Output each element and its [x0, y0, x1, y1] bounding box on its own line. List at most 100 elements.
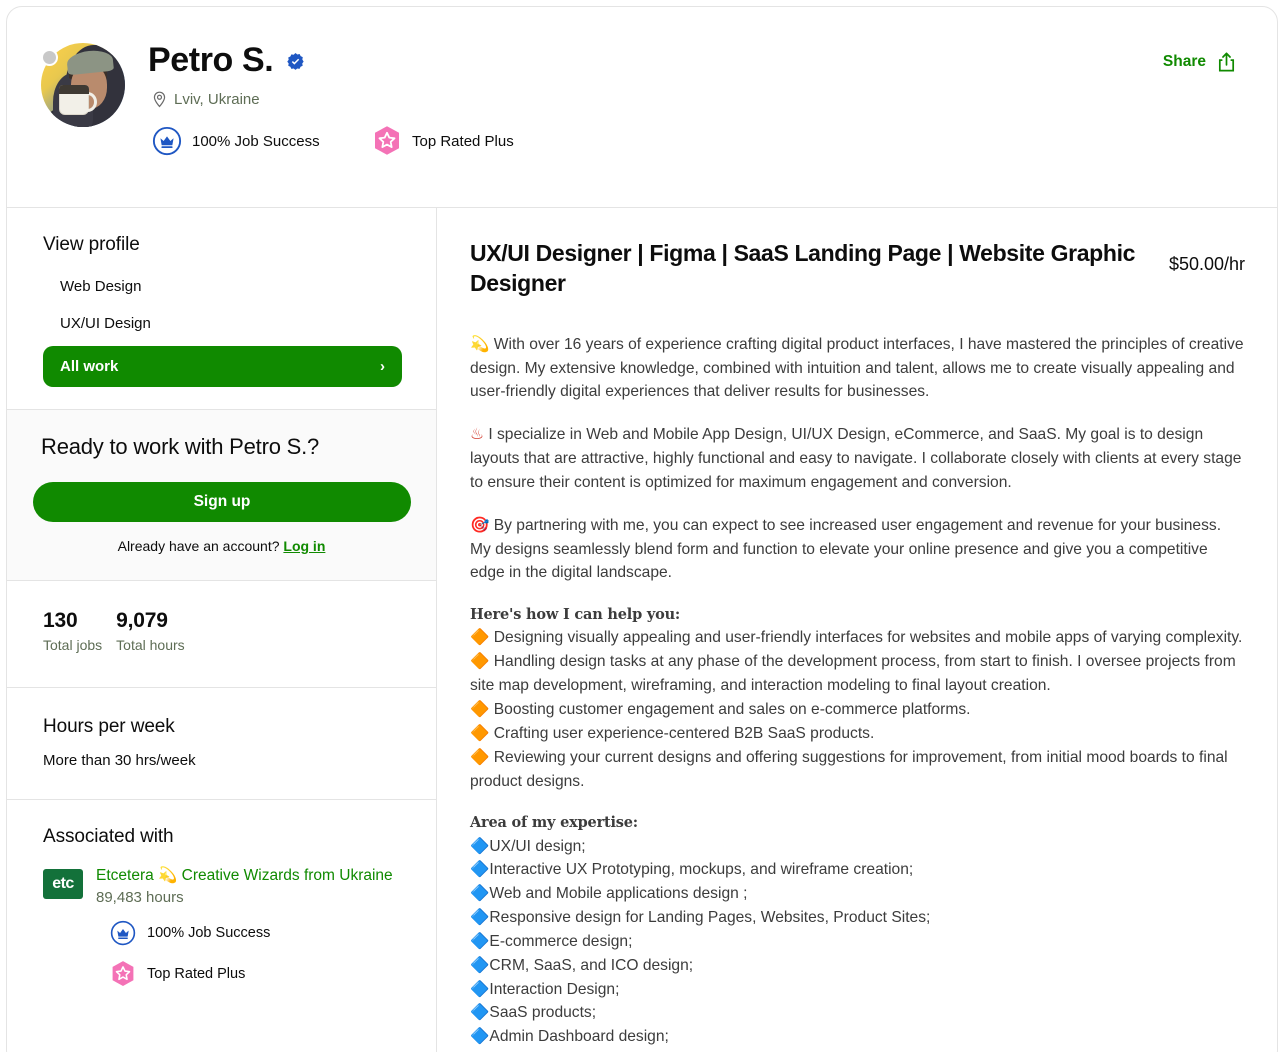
blue-diamond-bullet: 🔷	[470, 836, 490, 855]
blue-diamond-bullet: 🔷	[470, 955, 490, 974]
comet-emoji: 💫	[470, 334, 490, 353]
help-section-heading: Here's how I can help you:	[470, 606, 681, 624]
list-item-text: Crafting user experience-centered B2B Sa…	[493, 724, 875, 742]
list-item: 🔶 Designing visually appealing and user-…	[470, 626, 1245, 650]
job-success-crown-icon	[152, 127, 182, 156]
chevron-right-icon: ›	[380, 358, 385, 375]
hot-springs-emoji: ♨	[470, 425, 484, 444]
log-in-link[interactable]: Log in	[283, 538, 325, 554]
list-item: 🔶 Reviewing your current designs and off…	[470, 746, 1245, 794]
expertise-section: Area of my expertise: 🔷UX/UI design; 🔷In…	[470, 812, 1245, 1049]
top-rated-plus-label: Top Rated Plus	[412, 132, 514, 150]
job-success-badge: 100% Job Success	[152, 126, 372, 156]
help-section: Here's how I can help you: 🔶 Designing v…	[470, 604, 1245, 793]
list-item: 🔶 Crafting user experience-centered B2B …	[470, 722, 1245, 746]
description-text: I specialize in Web and Mobile App Desig…	[470, 426, 1242, 491]
total-hours-label: Total hours	[116, 637, 185, 653]
agency-top-rated-plus-label: Top Rated Plus	[147, 966, 246, 983]
stats-section: 130 Total jobs 9,079 Total hours	[7, 581, 436, 687]
share-button[interactable]: Share	[1163, 51, 1237, 73]
total-jobs-label: Total jobs	[43, 637, 103, 653]
blue-diamond-bullet: 🔷	[470, 1027, 490, 1046]
expertise-section-heading: Area of my expertise:	[470, 814, 638, 832]
agency-name-link[interactable]: Etcetera 💫 Creative Wizards from Ukraine	[96, 866, 393, 885]
list-item: 🔶 Handling design tasks at any phase of …	[470, 650, 1245, 698]
list-item-text: CRM, SaaS, and ICO design;	[489, 956, 694, 974]
share-upload-icon	[1218, 52, 1235, 72]
associated-with-section: Associated with etc Etcetera 💫 Creative …	[7, 800, 436, 1022]
top-rated-plus-star-icon	[375, 126, 399, 155]
list-item: 🔷UX/UI design;	[470, 835, 1245, 859]
list-item-text: Responsive design for Landing Pages, Web…	[489, 909, 931, 927]
list-item-text: E-commerce design;	[489, 932, 633, 950]
list-item-text: UX/UI design;	[489, 837, 586, 855]
login-prompt-text: Already have an account?	[117, 538, 280, 554]
list-item: 🔷Responsive design for Landing Pages, We…	[470, 906, 1245, 930]
list-item-text: Web and Mobile applications design ;	[489, 885, 748, 903]
list-item-text: Designing visually appealing and user-fr…	[493, 629, 1243, 647]
stat-total-jobs: 130 Total jobs	[43, 609, 102, 653]
hours-per-week-section: Hours per week More than 30 hrs/week	[7, 688, 436, 799]
verified-badge-icon	[287, 53, 304, 70]
list-item-text: Handling design tasks at any phase of th…	[470, 653, 1236, 695]
share-label: Share	[1162, 53, 1206, 70]
list-item: 🔷Web and Mobile applications design ;	[470, 882, 1245, 906]
location-text: Lviv, Ukraine	[174, 91, 260, 109]
ready-to-work-title: Ready to work with Petro S.?	[41, 434, 320, 459]
description-paragraph: ♨ I specialize in Web and Mobile App Des…	[470, 423, 1245, 495]
location-pin-icon	[153, 91, 166, 108]
blue-diamond-bullet: 🔷	[470, 979, 490, 998]
job-success-crown-icon	[110, 921, 136, 946]
profile-card: Petro S. Lviv, Ukraine 100% Job Success …	[6, 6, 1278, 1052]
top-rated-plus-star-icon	[112, 961, 134, 987]
list-item-text: SaaS products;	[489, 1004, 597, 1022]
agency-logo: etc	[43, 869, 83, 899]
profile-page: Petro S. Lviv, Ukraine 100% Job Success …	[0, 0, 1284, 1052]
list-item-text: Reviewing your current designs and offer…	[470, 748, 1228, 790]
agency-job-success-badge: 100% Job Success	[110, 920, 393, 946]
dart-target-emoji: 🎯	[470, 515, 490, 534]
orange-diamond-bullet: 🔶	[470, 747, 490, 766]
orange-diamond-bullet: 🔶	[470, 700, 490, 719]
blue-diamond-bullet: 🔷	[470, 860, 490, 879]
sidebar-item-ux-ui-design[interactable]: UX/UI Design	[43, 305, 402, 342]
profile-header: Petro S. Lviv, Ukraine 100% Job Success …	[7, 7, 1277, 208]
expertise-list: 🔷UX/UI design; 🔷Interactive UX Prototypi…	[470, 835, 1245, 1050]
list-item: 🔷CRM, SaaS, and ICO design;	[470, 954, 1245, 978]
stat-total-hours: 9,079 Total hours	[116, 609, 184, 653]
list-item: 🔶 Boosting customer engagement and sales…	[470, 698, 1245, 722]
orange-diamond-bullet: 🔶	[470, 628, 490, 647]
description-text: With over 16 years of experience craftin…	[470, 335, 1244, 401]
job-title: UX/UI Designer | Figma | SaaS Landing Pa…	[470, 240, 1136, 297]
agency-top-rated-plus-badge: Top Rated Plus	[110, 960, 393, 988]
blue-diamond-bullet: 🔷	[470, 1003, 490, 1022]
view-profile-section: View profile Web Design UX/UI Design All…	[7, 208, 436, 409]
sidebar-item-all-work-label: All work	[60, 358, 119, 375]
view-profile-title: View profile	[43, 234, 140, 255]
description-paragraph: 🎯 By partnering with me, you can expect …	[470, 514, 1245, 586]
page-title: Petro S.	[148, 41, 274, 79]
avatar[interactable]	[41, 43, 125, 127]
online-status-indicator	[41, 49, 58, 66]
description-paragraph: 💫 With over 16 years of experience craft…	[470, 333, 1245, 405]
blue-diamond-bullet: 🔷	[470, 884, 490, 903]
list-item-text: Interaction Design;	[489, 980, 620, 998]
ready-to-work-section: Ready to work with Petro S.? Sign up Alr…	[7, 410, 436, 580]
sidebar: View profile Web Design UX/UI Design All…	[7, 208, 437, 1052]
list-item: 🔷SaaS products;	[470, 1001, 1245, 1025]
total-hours-value: 9,079	[116, 609, 168, 632]
blue-diamond-bullet: 🔷	[470, 931, 490, 950]
sign-up-button[interactable]: Sign up	[33, 482, 411, 522]
help-list: 🔶 Designing visually appealing and user-…	[470, 626, 1245, 793]
sidebar-item-web-design[interactable]: Web Design	[43, 268, 402, 305]
sidebar-item-all-work[interactable]: All work ›	[43, 346, 402, 387]
job-success-label: 100% Job Success	[192, 132, 320, 150]
list-item-text: Boosting customer engagement and sales o…	[493, 701, 971, 719]
location: Lviv, Ukraine	[152, 91, 514, 108]
description-text: By partnering with me, you can expect to…	[470, 516, 1222, 582]
main-content: UX/UI Designer | Figma | SaaS Landing Pa…	[437, 208, 1277, 1052]
hours-per-week-value: More than 30 hrs/week	[43, 752, 196, 769]
job-description: 💫 With over 16 years of experience craft…	[470, 333, 1245, 1049]
associated-with-title: Associated with	[43, 826, 174, 847]
list-item: 🔷Admin Dashboard design;	[470, 1025, 1245, 1049]
